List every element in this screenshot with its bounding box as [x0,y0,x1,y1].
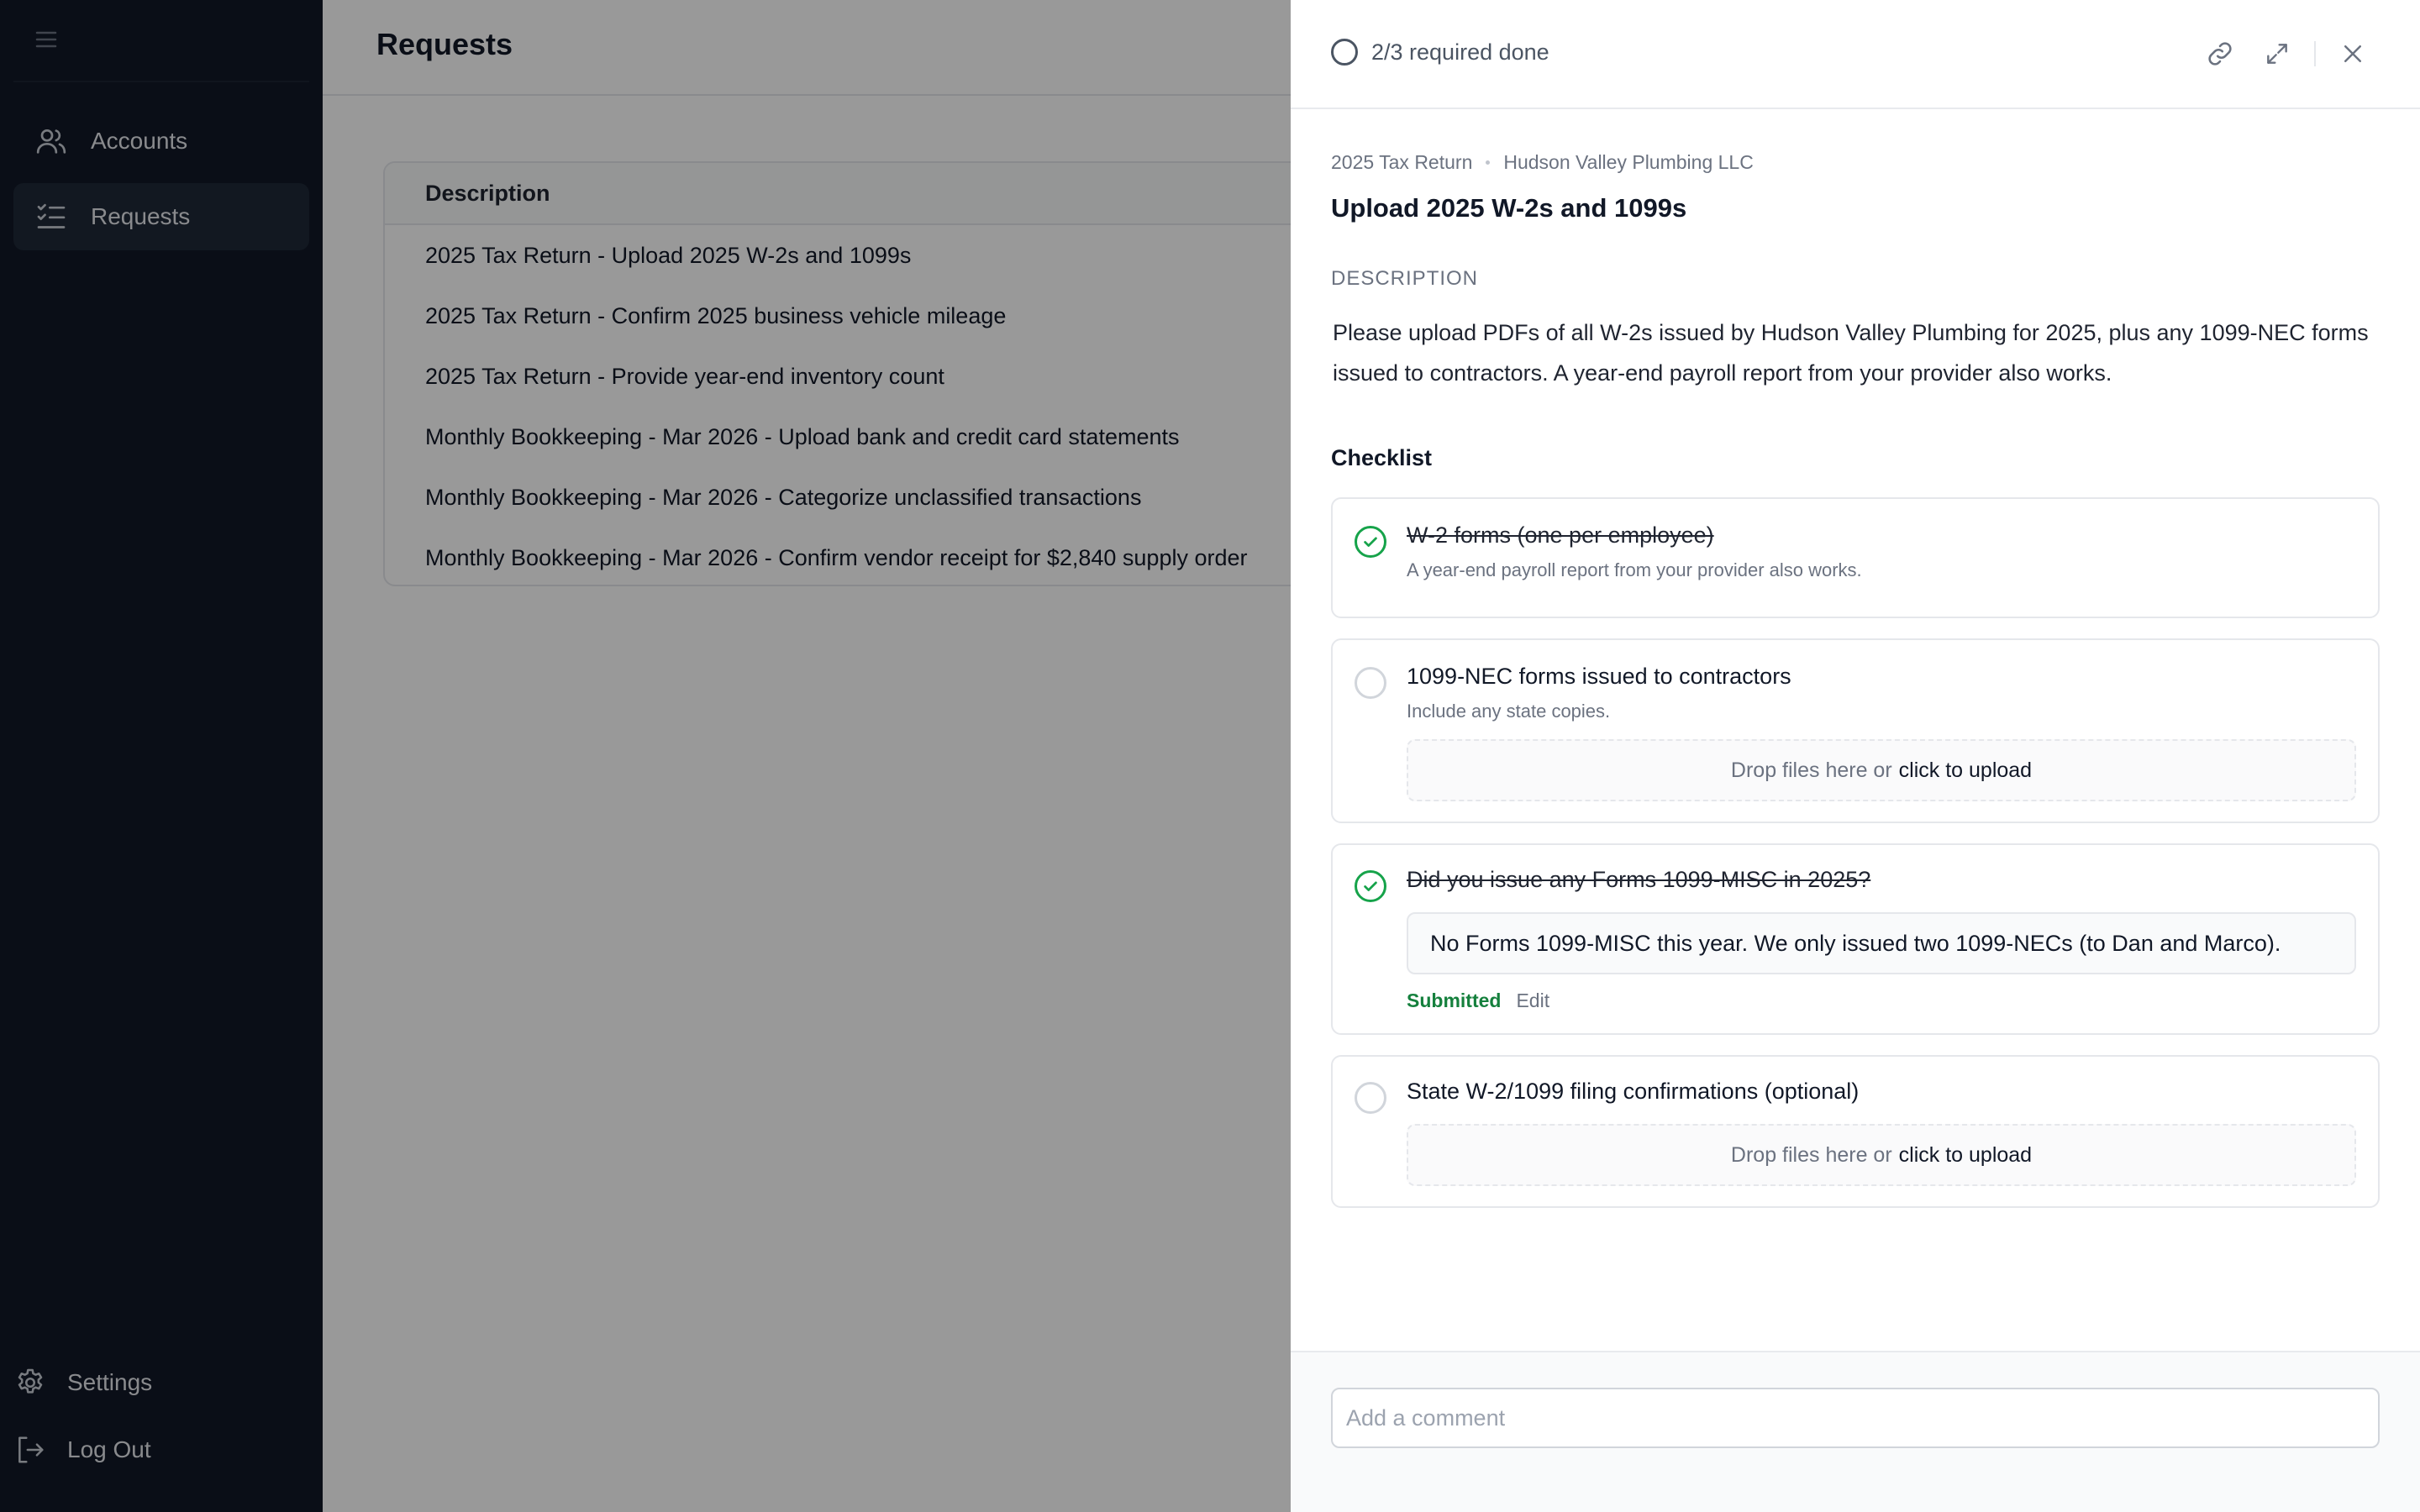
progress-text: 2/3 required done [1371,39,1549,65]
close-button[interactable] [2336,37,2370,71]
dropzone-text: Drop files here or [1730,1142,1892,1167]
breadcrumb-project[interactable]: 2025 Tax Return [1331,151,1472,174]
expand-icon [2267,44,2287,64]
description-label: DESCRIPTION [1331,267,1479,290]
drawer-header: 2/3 required done [1291,0,2420,109]
edit-answer-button[interactable]: Edit [1516,990,1549,1012]
breadcrumb-account[interactable]: Hudson Valley Plumbing LLC [1503,151,1753,174]
copy-link-button[interactable] [2203,37,2237,71]
drawer-actions [2203,37,2370,71]
checklist-item: W-2 forms (one per employee) A year-end … [1331,497,2380,618]
checklist-item-title: State W-2/1099 filing confirmations (opt… [1407,1079,1860,1104]
file-dropzone[interactable]: Drop files here or click to upload [1407,1124,2356,1186]
checklist-item-subtitle: Include any state copies. [1407,701,1611,722]
actions-divider [2314,41,2316,66]
empty-circle-icon[interactable] [1355,667,1386,699]
request-title: Upload 2025 W-2s and 1099s [1331,193,1687,223]
answer-status: Submitted Edit [1407,990,1549,1012]
click-to-upload-link[interactable]: click to upload [1899,1143,2032,1168]
checklist-item: 1099-NEC forms issued to contractors Inc… [1331,638,2380,823]
click-to-upload-link[interactable]: click to upload [1899,759,2032,783]
submitted-label: Submitted [1407,990,1502,1011]
check-circle-icon[interactable] [1355,870,1386,902]
progress-indicator: 2/3 required done [1331,39,1549,66]
answer-text: No Forms 1099-MISC this year. We only is… [1407,912,2356,974]
check-circle-icon[interactable] [1355,526,1386,558]
checklist-item-title: W-2 forms (one per employee) [1407,522,1714,548]
checklist-item-title: Did you issue any Forms 1099-MISC in 202… [1407,867,1871,892]
breadcrumb-separator [1486,160,1491,165]
checklist-item: Did you issue any Forms 1099-MISC in 202… [1331,843,2380,1035]
empty-circle-icon[interactable] [1355,1082,1386,1114]
comment-input[interactable] [1331,1388,2380,1448]
checklist-item-title: 1099-NEC forms issued to contractors [1407,664,1791,689]
request-description: Please upload PDFs of all W-2s issued by… [1333,320,2369,386]
expand-button[interactable] [2260,37,2294,71]
comment-footer [1291,1351,2420,1512]
dropzone-text: Drop files here or [1730,758,1892,782]
close-icon [2344,45,2361,62]
breadcrumb: 2025 Tax Return Hudson Valley Plumbing L… [1331,151,1754,174]
checklist-item: State W-2/1099 filing confirmations (opt… [1331,1055,2380,1208]
checklist-heading: Checklist [1331,445,1433,470]
request-detail-drawer: 2/3 required done 2025 Tax Return Hudson… [1291,0,2420,1512]
progress-circle-icon [1331,39,1358,66]
checklist-item-subtitle: A year-end payroll report from your prov… [1407,559,1862,580]
link-icon [2208,42,2232,66]
file-dropzone[interactable]: Drop files here or click to upload [1407,739,2356,801]
